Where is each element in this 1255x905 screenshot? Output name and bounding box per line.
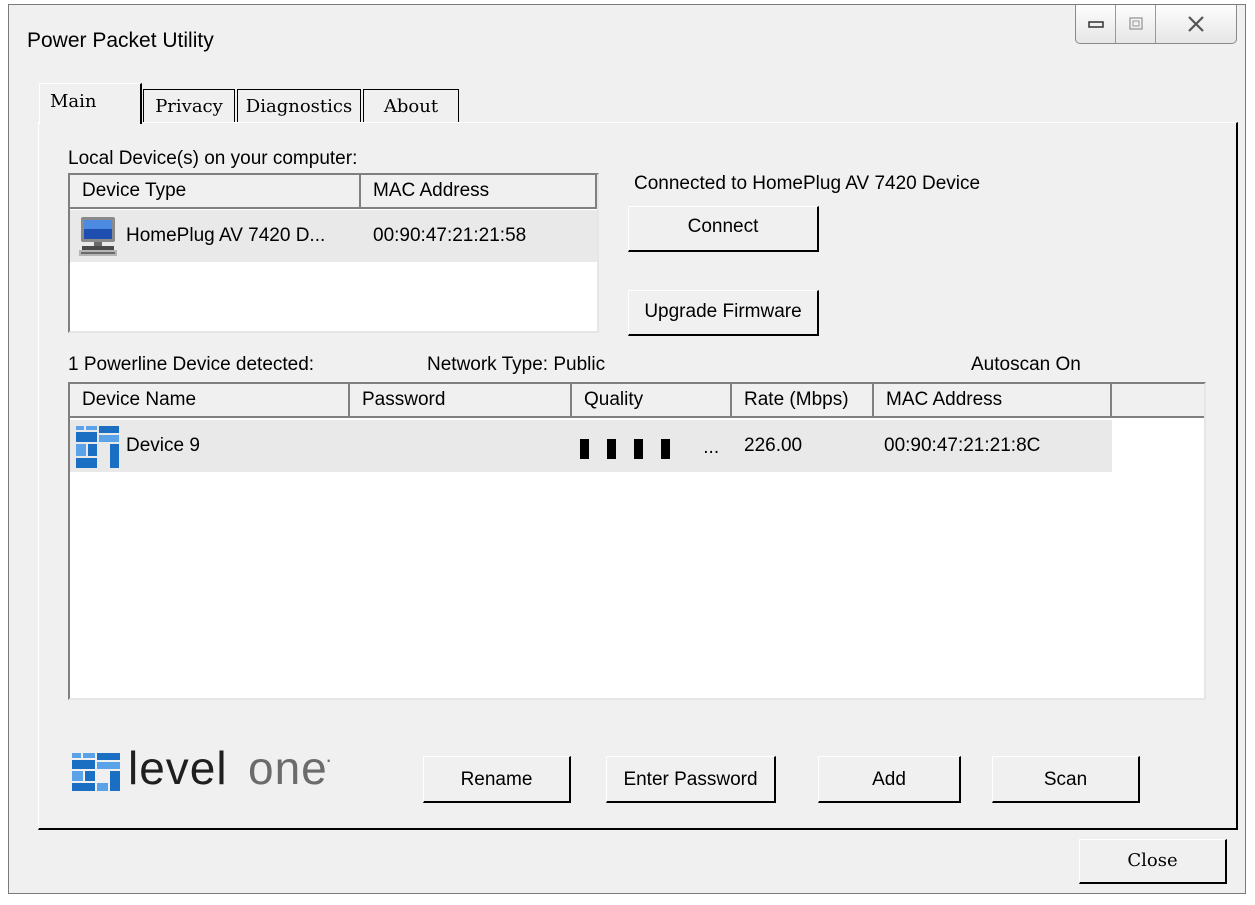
levelone-device-icon (76, 426, 119, 468)
device-rate: 226.00 (744, 435, 803, 456)
quality-bar (580, 439, 589, 459)
connect-button[interactable]: Connect (628, 206, 819, 252)
autoscan-status: Autoscan On (971, 354, 1081, 375)
local-device-mac: 00:90:47:21:21:58 (373, 225, 527, 246)
close-window-button[interactable] (1156, 5, 1236, 43)
quality-bar (634, 439, 643, 459)
close-icon (1188, 16, 1204, 32)
enter-password-button[interactable]: Enter Password (606, 756, 776, 803)
tab-privacy[interactable]: Privacy (143, 89, 235, 123)
levelone-logo-icon (72, 753, 120, 791)
logo-text-one: one (248, 742, 328, 794)
rename-button[interactable]: Rename (423, 756, 571, 803)
title-bar: Power Packet Utility (9, 5, 1245, 71)
upgrade-firmware-button[interactable]: Upgrade Firmware (628, 290, 819, 336)
device-name: Device 9 (126, 435, 200, 456)
column-header-device-name[interactable]: Device Name (70, 384, 350, 418)
window-controls (1075, 5, 1237, 44)
maximize-icon (1128, 17, 1143, 30)
local-device-type: HomePlug AV 7420 D... (126, 225, 326, 246)
main-tab-panel: Local Device(s) on your computer: Device… (38, 122, 1238, 830)
minimize-button[interactable] (1076, 5, 1116, 43)
add-button[interactable]: Add (818, 756, 961, 803)
maximize-button[interactable] (1116, 5, 1156, 43)
scan-button[interactable]: Scan (992, 756, 1140, 803)
close-button[interactable]: Close (1079, 839, 1227, 884)
quality-bars (580, 437, 688, 459)
tab-about[interactable]: About (363, 89, 459, 123)
column-header-rate[interactable]: Rate (Mbps) (732, 384, 874, 418)
column-header-quality[interactable]: Quality (572, 384, 732, 418)
column-header-mac-address[interactable]: MAC Address (361, 175, 597, 209)
quality-meter: ... (580, 437, 719, 459)
powerline-devices-list[interactable]: Device Name Password Quality Rate (Mbps)… (68, 382, 1206, 700)
quality-bar (661, 439, 670, 459)
connection-status: Connected to HomePlug AV 7420 Device (634, 173, 981, 194)
list-item[interactable]: HomePlug AV 7420 D... 00:90:47:21:21:58 (70, 210, 597, 262)
tab-diagnostics[interactable]: Diagnostics (237, 89, 361, 123)
column-header-device-type[interactable]: Device Type (70, 175, 361, 209)
column-header-empty (1112, 384, 1204, 418)
powerline-detected-label: 1 Powerline Device detected: (68, 354, 315, 375)
computer-icon (79, 217, 117, 256)
table-row[interactable]: Device 9 ... 226.00 00:90:47:21:21:8C (70, 420, 1112, 472)
app-window: Power Packet Utility Main Privacy Diagno… (8, 4, 1246, 894)
device-mac: 00:90:47:21:21:8C (884, 435, 1041, 456)
local-devices-label: Local Device(s) on your computer: (68, 148, 358, 169)
logo-text-level: level (128, 742, 228, 794)
network-type-label: Network Type: Public (427, 354, 606, 375)
column-header-mac-address[interactable]: MAC Address (874, 384, 1112, 418)
minimize-icon (1087, 21, 1104, 28)
column-header-password[interactable]: Password (350, 384, 572, 418)
logo-trademark: · (325, 747, 333, 772)
local-devices-list[interactable]: Device Type MAC Address HomePlug AV 7420… (68, 173, 599, 333)
quality-bar (607, 439, 616, 459)
window-title: Power Packet Utility (27, 29, 214, 52)
tab-main[interactable]: Main (39, 83, 142, 124)
quality-suffix: ... (703, 437, 720, 458)
